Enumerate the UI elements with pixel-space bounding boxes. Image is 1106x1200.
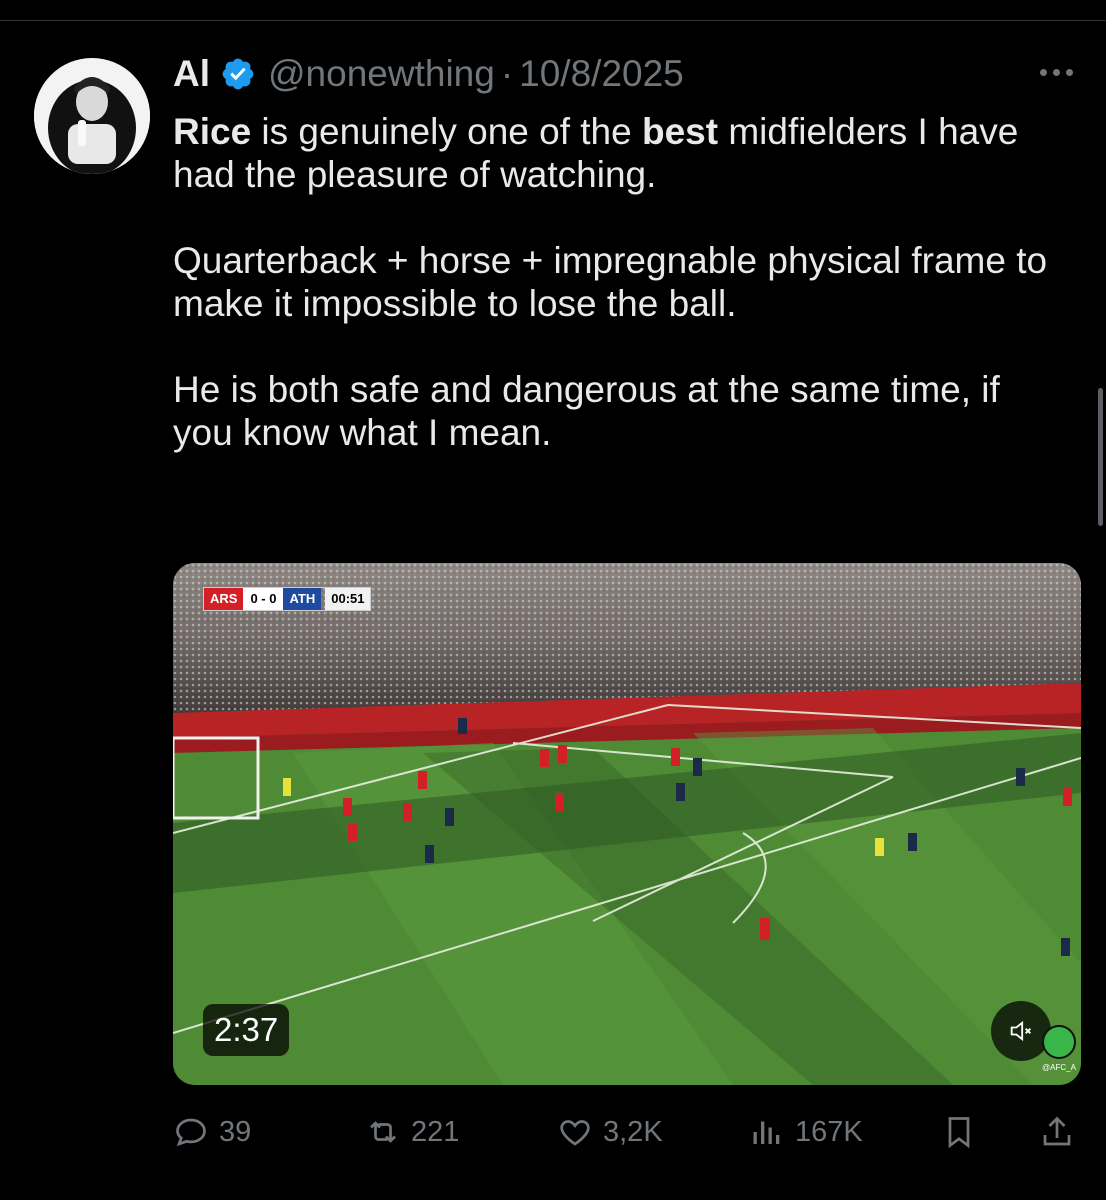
bookmark-button[interactable] — [941, 1110, 987, 1154]
repost-icon — [370, 1121, 396, 1143]
like-count: 3,2K — [603, 1115, 663, 1148]
display-name[interactable]: Al — [173, 53, 210, 95]
bold-text: best — [642, 111, 719, 152]
tweet-date[interactable]: 10/8/2025 — [519, 53, 684, 95]
tweet-paragraph-3: He is both safe and dangerous at the sam… — [173, 369, 1000, 453]
bold-text: Rice — [173, 111, 252, 152]
match-clock: 00:51 — [325, 588, 371, 610]
share-icon — [1043, 1116, 1071, 1146]
share-button[interactable] — [1039, 1110, 1085, 1154]
video-player[interactable]: ARS 0 - 0 ATH 00:51 2:37 @AFC_A — [173, 563, 1081, 1085]
top-divider — [0, 0, 1106, 21]
separator-dot: · — [500, 53, 514, 94]
away-team: ATH — [283, 588, 322, 610]
tweet-header: Al @nonewthing · 10/8/2025 — [173, 52, 684, 96]
home-team: ARS — [204, 588, 244, 610]
text-span: is genuinely one of the — [251, 111, 642, 152]
repost-count: 221 — [411, 1115, 460, 1148]
like-button[interactable]: 3,2K — [557, 1110, 663, 1154]
match-score: 0 - 0 — [243, 588, 284, 610]
tweet-paragraph-2: Quarterback + horse + impregnable physic… — [173, 240, 1048, 324]
tweet-text: Rice is genuinely one of the best midfie… — [173, 110, 1053, 497]
views-button[interactable]: 167K — [749, 1110, 863, 1154]
watermark-text: @AFC_A — [1042, 1063, 1076, 1072]
like-icon — [560, 1120, 590, 1146]
verified-icon — [220, 56, 256, 92]
reply-icon — [176, 1118, 206, 1147]
bookmark-icon — [948, 1117, 970, 1149]
views-icon — [753, 1121, 780, 1144]
repost-button[interactable]: 221 — [365, 1110, 459, 1154]
views-count: 167K — [795, 1115, 863, 1148]
scrollbar[interactable] — [1098, 388, 1103, 526]
video-duration: 2:37 — [203, 1004, 290, 1056]
video-frame — [173, 563, 1081, 1085]
action-bar: 39 221 3,2K 167K — [173, 1110, 1081, 1154]
reply-count: 39 — [219, 1115, 252, 1148]
scoreboard: ARS 0 - 0 ATH 00:51 — [203, 587, 372, 611]
watermark-logo: @AFC_A — [1041, 1025, 1077, 1079]
more-icon[interactable] — [1040, 58, 1082, 86]
reply-button[interactable]: 39 — [173, 1110, 251, 1154]
tweet-paragraph-1: Rice is genuinely one of the best midfie… — [173, 110, 1053, 196]
user-handle[interactable]: @nonewthing — [268, 53, 495, 95]
avatar[interactable] — [34, 58, 150, 174]
